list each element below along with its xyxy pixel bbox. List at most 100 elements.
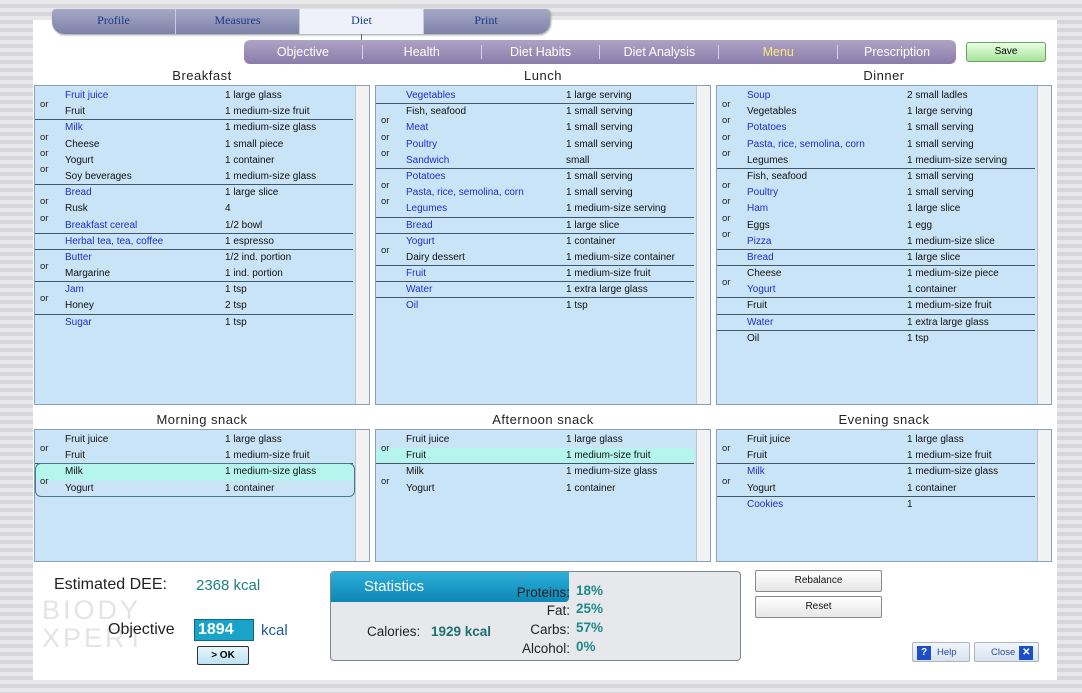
meal-row[interactable]: or Fruit 1 medium-size fruit: [35, 443, 353, 465]
meal-row[interactable]: Milk 1 medium-size glass: [376, 464, 694, 480]
reset-button[interactable]: Reset: [755, 596, 882, 618]
meal-row[interactable]: Milk 1 medium-size glass: [717, 464, 1035, 480]
meal-row[interactable]: or Legumes 1 medium-size serving: [376, 196, 694, 218]
meal-row[interactable]: Potatoes 1 small serving: [376, 169, 694, 185]
evening-snack-list[interactable]: Fruit juice 1 large glass or Fruit 1 medium-…: [716, 429, 1052, 562]
meal-row[interactable]: or Fruit 1 medium-size fruit: [376, 443, 694, 465]
meal-row[interactable]: Butter 1/2 ind. portion: [35, 250, 353, 266]
meal-row[interactable]: or Legumes 1 medium-size serving: [717, 148, 1035, 169]
meal-row[interactable]: or Poultry 1 small serving: [717, 180, 1035, 201]
meal-row[interactable]: or Rusk 4: [35, 196, 353, 217]
tab-diet[interactable]: Diet: [300, 9, 424, 34]
meal-row[interactable]: Oil 1 tsp: [717, 331, 1035, 347]
meal-row[interactable]: Jam 1 tsp: [35, 282, 353, 298]
calories-label: Calories:: [367, 624, 421, 639]
meal-row[interactable]: or Fruit 1 medium-size fruit: [717, 443, 1035, 465]
tab-print[interactable]: Print: [424, 9, 548, 34]
meal-row[interactable]: or Meat 1 small serving: [376, 115, 694, 136]
meal-row[interactable]: Sugar 1 tsp: [35, 315, 353, 331]
meal-row[interactable]: or Honey 2 tsp: [35, 293, 353, 315]
food-name: Milk: [747, 466, 765, 478]
food-name: Bread: [65, 187, 92, 199]
meal-row[interactable]: Oil 1 tsp: [376, 298, 694, 314]
food-name: Cheese: [747, 268, 782, 280]
food-name: Legumes: [747, 154, 789, 166]
afternoon-snack-list[interactable]: Fruit juice 1 large glass or Fruit 1 medium-…: [375, 429, 711, 562]
meal-row[interactable]: or Yogurt 1 container: [717, 277, 1035, 299]
lunch-title: Lunch: [524, 68, 562, 83]
meal-row[interactable]: or Cheese 1 small piece: [35, 132, 353, 153]
meal-row[interactable]: or Pasta, rice, semolina, corn 1 small ser…: [376, 180, 694, 201]
or-label: or: [40, 147, 49, 159]
tab-measures[interactable]: Measures: [176, 9, 300, 34]
tab-profile[interactable]: Profile: [52, 9, 176, 34]
meal-row[interactable]: or Eggs 1 egg: [717, 213, 1035, 234]
dinner-list[interactable]: Soup 2 small ladles or Vegetables 1 large se…: [716, 85, 1052, 405]
meal-row[interactable]: Cheese 1 medium-size piece: [717, 266, 1035, 282]
meal-row[interactable]: Bread 1 large slice: [35, 185, 353, 201]
food-name: Yogurt: [406, 235, 435, 247]
meal-row[interactable]: or Dairy dessert 1 medium-size container: [376, 245, 694, 267]
rebalance-button[interactable]: Rebalance: [755, 570, 882, 592]
objective-input[interactable]: 1894: [194, 619, 254, 641]
meal-row[interactable]: Vegetables 1 large serving: [376, 88, 694, 105]
meal-row[interactable]: Soup 2 small ladles: [717, 88, 1035, 104]
meal-row[interactable]: Water 1 extra large glass: [376, 282, 694, 299]
close-button[interactable]: Close ✕: [974, 642, 1039, 662]
meal-row[interactable]: or Breakfast cereal 1/2 bowl: [35, 213, 353, 234]
meal-row[interactable]: Fruit juice 1 large glass: [35, 88, 353, 104]
meal-row[interactable]: Fish, seafood 1 small serving: [376, 104, 694, 120]
close-icon: ✕: [1019, 646, 1034, 660]
meal-row[interactable]: Fruit juice 1 large glass: [35, 432, 353, 448]
meal-row[interactable]: Yogurt 1 container: [376, 234, 694, 250]
meal-row[interactable]: Milk 1 medium-size glass: [35, 120, 353, 136]
evening-snack-scrollbar[interactable]: [1037, 430, 1051, 561]
meal-row[interactable]: Fish, seafood 1 small serving: [717, 169, 1035, 185]
meal-row[interactable]: or Yogurt 1 container: [717, 476, 1035, 497]
help-button[interactable]: ? Help: [912, 642, 970, 662]
save-button[interactable]: Save: [966, 42, 1046, 62]
subtab-diet-habits[interactable]: Diet Habits: [482, 45, 601, 59]
meal-row[interactable]: Bread 1 large slice: [717, 250, 1035, 267]
meal-row[interactable]: or Soy beverages 1 medium-size glass: [35, 164, 353, 186]
meal-row[interactable]: Water 1 extra large glass: [717, 315, 1035, 331]
meal-row[interactable]: or Yogurt 1 container: [35, 148, 353, 169]
breakfast-scrollbar[interactable]: [355, 86, 369, 404]
subtab-objective[interactable]: Objective: [244, 45, 363, 59]
meal-row[interactable]: Fruit 1 medium-size fruit: [376, 266, 694, 283]
meal-row[interactable]: Fruit juice 1 large glass: [376, 432, 694, 448]
subtab-health[interactable]: Health: [363, 45, 482, 59]
meal-row[interactable]: or Poultry 1 small serving: [376, 132, 694, 153]
food-quantity: 1 tsp: [566, 300, 588, 312]
subtab-prescription[interactable]: Prescription: [838, 45, 956, 59]
lunch-scrollbar[interactable]: [696, 86, 710, 404]
meal-row[interactable]: or Margarine 1 ind. portion: [35, 261, 353, 283]
meal-row[interactable]: or Sandwich small: [376, 148, 694, 169]
meal-row[interactable]: or Fruit 1 medium-size fruit: [35, 99, 353, 121]
subtab-diet-analysis[interactable]: Diet Analysis: [600, 45, 720, 59]
meal-row[interactable]: Fruit 1 medium-size fruit: [717, 298, 1035, 315]
meal-row[interactable]: or Pasta, rice, semolina, corn 1 small ser…: [717, 132, 1035, 153]
meal-row[interactable]: Bread 1 large slice: [376, 218, 694, 234]
food-name: Fruit: [65, 106, 85, 118]
meal-row[interactable]: or Yogurt 1 container: [376, 476, 694, 497]
meal-row[interactable]: Fruit juice 1 large glass: [717, 432, 1035, 448]
or-label: or: [40, 131, 49, 143]
meal-row[interactable]: Cookies 1: [717, 497, 1035, 513]
meal-row[interactable]: Herbal tea, tea, coffee 1 espresso: [35, 234, 353, 250]
subtab-menu[interactable]: Menu: [719, 45, 839, 59]
alcohol-label: Alcohol:: [521, 641, 570, 656]
selected-group-outline: [35, 463, 355, 497]
dinner-scrollbar[interactable]: [1037, 86, 1051, 404]
breakfast-list[interactable]: Fruit juice 1 large glass or Fruit 1 medium-…: [34, 85, 370, 405]
afternoon-snack-scrollbar[interactable]: [696, 430, 710, 561]
objective-unit: kcal: [261, 622, 288, 639]
lunch-list[interactable]: Vegetables 1 large serving Fish, seafood 1 …: [375, 85, 711, 405]
meal-row[interactable]: or Potatoes 1 small serving: [717, 115, 1035, 136]
food-name: Yogurt: [747, 482, 776, 494]
ok-button[interactable]: > OK: [197, 646, 249, 665]
meal-row[interactable]: or Pizza 1 medium-size slice: [717, 229, 1035, 250]
morning-snack-scrollbar[interactable]: [355, 430, 369, 561]
meal-row[interactable]: or Vegetables 1 large serving: [717, 99, 1035, 120]
meal-row[interactable]: or Ham 1 large slice: [717, 196, 1035, 217]
